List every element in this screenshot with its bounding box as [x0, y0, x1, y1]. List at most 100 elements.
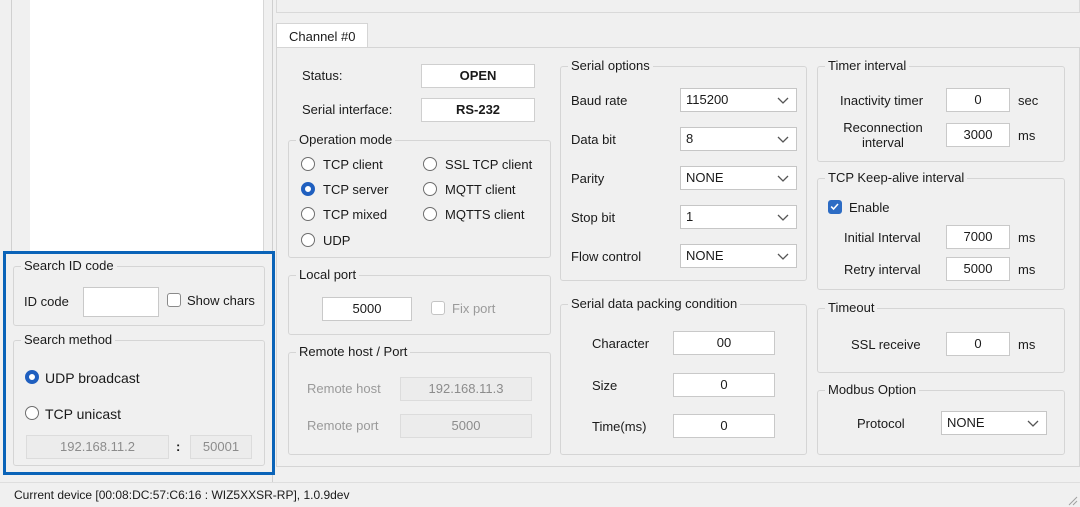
- initial-interval-input[interactable]: 7000: [946, 225, 1010, 249]
- device-list[interactable]: [30, 0, 264, 258]
- id-code-input[interactable]: [83, 287, 159, 317]
- radio-tcp-mixed-label: TCP mixed: [323, 207, 388, 222]
- radio-ssl-tcp-client[interactable]: SSL TCP client: [422, 156, 547, 174]
- flow-control-value: NONE: [686, 248, 724, 263]
- remote-port-input[interactable]: 5000: [400, 414, 532, 438]
- resize-grip[interactable]: [1066, 494, 1078, 506]
- tab-channel-label: Channel #0: [289, 29, 356, 44]
- radio-ssl-tcp-client-label: SSL TCP client: [445, 157, 533, 172]
- radio-tcp-client-circle[interactable]: [301, 157, 315, 171]
- radio-udp-broadcast-circle[interactable]: [25, 370, 39, 384]
- remote-host-label: Remote host: [307, 381, 381, 396]
- radio-tcp-mixed-circle[interactable]: [301, 207, 315, 221]
- stop-bit-select[interactable]: 1: [680, 205, 797, 229]
- radio-tcp-mixed[interactable]: TCP mixed: [300, 206, 410, 224]
- local-port-title: Local port: [296, 267, 360, 283]
- data-bit-select[interactable]: 8: [680, 127, 797, 151]
- stop-bit-label: Stop bit: [571, 210, 616, 225]
- keepalive-enable-label: Enable: [849, 200, 890, 215]
- unicast-port-input[interactable]: 50001: [190, 435, 252, 459]
- protocol-value: NONE: [947, 415, 985, 430]
- parity-label: Parity: [571, 171, 605, 186]
- remote-host-port-title: Remote host / Port: [296, 344, 411, 360]
- retry-interval-label: Retry interval: [844, 262, 921, 277]
- remote-port-label: Remote port: [307, 418, 379, 433]
- id-code-label: ID code: [24, 294, 69, 309]
- parity-select[interactable]: NONE: [680, 166, 797, 190]
- status-value: OPEN: [421, 64, 535, 88]
- local-port-input[interactable]: 5000: [322, 297, 412, 321]
- radio-tcp-client[interactable]: TCP client: [300, 156, 410, 174]
- serial-interface-label: Serial interface:: [302, 102, 393, 117]
- inactivity-timer-unit: sec: [1018, 93, 1039, 108]
- timeout-title: Timeout: [825, 300, 878, 316]
- retry-interval-unit: ms: [1018, 262, 1036, 277]
- ssl-receive-input[interactable]: 0: [946, 332, 1010, 356]
- status-bar-text: Current device [00:08:DC:57:C6:16 : WIZ5…: [14, 488, 350, 502]
- ssl-receive-label: SSL receive: [851, 337, 921, 352]
- modbus-title: Modbus Option: [825, 382, 920, 398]
- remote-host-port-group: Remote host / Port: [288, 344, 551, 455]
- fix-port-label: Fix port: [452, 301, 496, 316]
- search-method-title: Search method: [21, 332, 116, 348]
- radio-tcp-unicast[interactable]: TCP unicast: [24, 405, 154, 423]
- protocol-select[interactable]: NONE: [941, 411, 1047, 435]
- radio-tcp-unicast-circle[interactable]: [25, 406, 39, 420]
- radio-mqtts-client-circle[interactable]: [423, 207, 437, 221]
- serial-interface-value: RS-232: [421, 98, 535, 122]
- time-label: Time(ms): [592, 419, 647, 434]
- reconnection-label-line1: Reconnection: [843, 120, 923, 135]
- radio-udp[interactable]: UDP: [300, 232, 410, 250]
- baud-rate-label: Baud rate: [571, 93, 628, 108]
- timer-interval-title: Timer interval: [825, 58, 910, 74]
- radio-ssl-tcp-client-circle[interactable]: [423, 157, 437, 171]
- character-input[interactable]: 00: [673, 331, 775, 355]
- unicast-ip-input[interactable]: 192.168.11.2: [26, 435, 169, 459]
- size-label: Size: [592, 378, 618, 393]
- ssl-receive-unit: ms: [1018, 337, 1036, 352]
- fix-port-box[interactable]: [431, 301, 445, 315]
- radio-mqtts-client-label: MQTTS client: [445, 207, 525, 222]
- tab-channel-0[interactable]: Channel #0: [276, 23, 368, 48]
- data-bit-label: Data bit: [571, 132, 616, 147]
- reconnection-label-line2: interval: [862, 135, 904, 150]
- resize-grip-icon: [1068, 496, 1078, 506]
- flow-control-select[interactable]: NONE: [680, 244, 797, 268]
- radio-mqtt-client-label: MQTT client: [445, 182, 516, 197]
- remote-host-input[interactable]: 192.168.11.3: [400, 377, 532, 401]
- size-input[interactable]: 0: [673, 373, 775, 397]
- reconnection-interval-unit: ms: [1018, 128, 1036, 143]
- radio-tcp-unicast-label: TCP unicast: [45, 406, 121, 422]
- fix-port-checkbox[interactable]: Fix port: [430, 300, 510, 318]
- show-chars-box[interactable]: [167, 293, 181, 307]
- time-input[interactable]: 0: [673, 414, 775, 438]
- chevron-down-icon: [777, 97, 789, 104]
- device-list-panel[interactable]: [0, 0, 268, 258]
- serial-options-title: Serial options: [568, 58, 653, 74]
- radio-mqtts-client[interactable]: MQTTS client: [422, 206, 547, 224]
- radio-mqtt-client-circle[interactable]: [423, 182, 437, 196]
- radio-tcp-server[interactable]: TCP server: [300, 181, 410, 199]
- search-id-title: Search ID code: [21, 258, 117, 274]
- radio-udp-circle[interactable]: [301, 233, 315, 247]
- radio-udp-label: UDP: [323, 233, 351, 248]
- operation-mode-title: Operation mode: [296, 132, 396, 148]
- baud-rate-value: 115200: [686, 92, 729, 107]
- show-chars-checkbox[interactable]: Show chars: [166, 292, 262, 310]
- inactivity-timer-input[interactable]: 0: [946, 88, 1010, 112]
- keepalive-enable-box[interactable]: [828, 200, 842, 214]
- protocol-label: Protocol: [857, 416, 905, 431]
- baud-rate-select[interactable]: 115200: [680, 88, 797, 112]
- radio-tcp-server-circle[interactable]: [301, 182, 315, 196]
- chevron-down-icon: [777, 175, 789, 182]
- character-label: Character: [592, 336, 650, 351]
- chevron-down-icon: [1027, 420, 1039, 427]
- chevron-down-icon: [777, 253, 789, 260]
- radio-mqtt-client[interactable]: MQTT client: [422, 181, 547, 199]
- ip-port-separator: :: [176, 439, 181, 454]
- reconnection-interval-input[interactable]: 3000: [946, 123, 1010, 147]
- keepalive-enable-checkbox[interactable]: Enable: [827, 199, 907, 217]
- radio-udp-broadcast[interactable]: UDP broadcast: [24, 369, 154, 387]
- retry-interval-input[interactable]: 5000: [946, 257, 1010, 281]
- radio-tcp-client-label: TCP client: [323, 157, 383, 172]
